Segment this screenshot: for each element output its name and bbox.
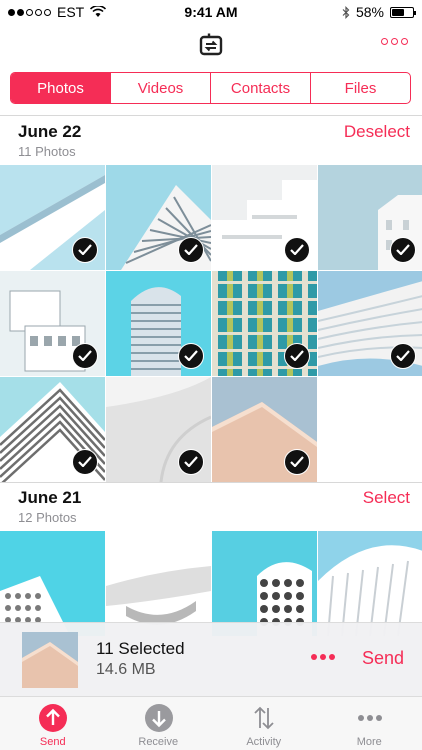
battery-icon [390,6,416,18]
photo-thumbnail [22,632,78,688]
media-type-tabs: Photos Videos Contacts Files [10,72,411,104]
photo-image [318,531,422,636]
tab-label: More [356,736,382,748]
more-options-button[interactable] [381,38,408,45]
more-dots-icon [357,715,382,721]
more-outline-icon [381,38,388,45]
selected-check-icon [72,343,98,369]
photo-thumbnail[interactable] [212,531,317,636]
photo-thumbnail[interactable] [0,271,105,376]
activity-arrows-icon [254,706,274,730]
photo-thumbnail[interactable] [106,165,211,270]
status-right: 58% [342,4,416,20]
photo-grid-june-21 [0,531,422,636]
selected-check-icon [284,343,310,369]
photo-thumbnail[interactable] [212,377,317,482]
tab-contacts[interactable]: Contacts [210,73,310,103]
tab-label: Send [39,736,66,748]
more-dots-icon [311,654,317,660]
deselect-button[interactable]: Deselect [344,122,410,142]
section-header-june-21: June 21 12 Photos Select [0,482,422,532]
section-title: June 22 [18,122,82,141]
bluetooth-icon [342,5,350,19]
photo-thumbnail[interactable] [318,271,422,376]
photo-thumbnail[interactable] [212,165,317,270]
send-anywhere-logo-icon [199,33,223,56]
tab-activity[interactable]: Activity [211,697,317,750]
tab-more[interactable]: More [317,697,422,750]
photo-thumbnail[interactable] [212,271,317,376]
section-title: June 21 [18,488,82,507]
photo-thumbnail[interactable] [318,531,422,636]
selected-preview-thumbnail[interactable] [22,632,78,688]
selected-size: 14.6 MB [96,661,156,678]
status-bar: EST 9:41 AM 58% [0,0,422,24]
photo-thumbnail[interactable] [106,531,211,636]
section-photo-count: 12 Photos [18,510,77,525]
selected-count: 11 Selected [96,639,185,658]
send-button[interactable]: Send [362,648,404,669]
selected-check-icon [390,237,416,263]
selected-check-icon [72,237,98,263]
photo-thumbnail[interactable] [318,165,422,270]
photo-thumbnail[interactable] [0,531,105,636]
navigation-bar [0,24,422,68]
photo-thumbnail[interactable] [106,271,211,376]
battery-percent: 58% [355,4,384,20]
select-button[interactable]: Select [363,488,410,508]
section-header-june-22: June 22 11 Photos Deselect [0,116,422,166]
tab-videos[interactable]: Videos [110,73,210,103]
selected-check-icon [390,343,416,369]
send-options-button[interactable] [311,654,335,660]
tab-receive[interactable]: Receive [106,697,212,750]
selected-check-icon [284,237,310,263]
photo-grid-june-22 [0,165,422,482]
photo-image [106,531,211,636]
tab-photos[interactable]: Photos [11,73,110,103]
photo-image [212,531,317,636]
tab-label: Receive [138,736,179,748]
photo-thumbnail[interactable] [0,377,105,482]
receive-down-arrow-icon [144,704,173,732]
photo-image [0,531,105,636]
tab-label: Activity [246,736,282,748]
tab-send[interactable]: Send [0,697,106,750]
section-photo-count: 11 Photos [18,144,76,159]
photo-thumbnail[interactable] [106,377,211,482]
selection-send-bar: 11 Selected 14.6 MB Send [0,622,422,696]
selected-check-icon [178,343,204,369]
selected-check-icon [178,237,204,263]
selected-check-icon [284,449,310,475]
photo-thumbnail[interactable] [0,165,105,270]
bottom-tab-bar: Send Receive Activity More [0,696,422,750]
selected-check-icon [72,449,98,475]
selected-check-icon [178,449,204,475]
send-up-arrow-icon [39,704,67,732]
tab-files[interactable]: Files [310,73,410,103]
